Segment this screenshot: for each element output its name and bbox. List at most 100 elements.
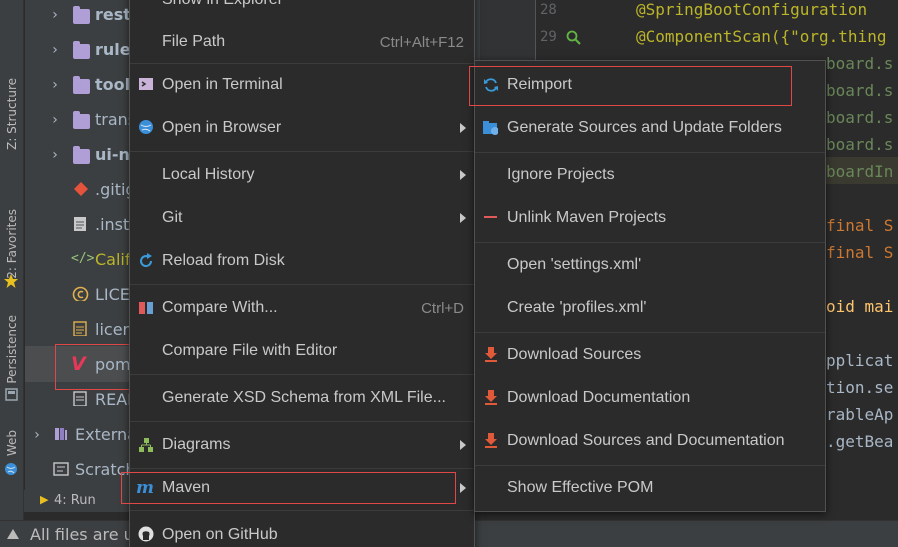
menu-item-label: Generate XSD Schema from XML File... [162,389,446,406]
markdown-file-icon [73,391,87,406]
text-file-icon [73,321,87,336]
tree-item-label: LICE [95,285,130,304]
menu-item-ignore-projects[interactable]: Ignore Projects [475,157,825,193]
menu-separator [130,510,474,511]
menu-item-label: Unlink Maven Projects [507,209,667,226]
folder-icon [73,146,90,164]
web-tab[interactable]: Web [0,426,24,460]
menu-item-open-in-browser[interactable]: Open in Browser [130,110,474,146]
menu-item-compare-with[interactable]: Compare With... Ctrl+D [130,290,474,326]
menu-separator [130,468,474,469]
submenu-arrow-icon [460,123,466,133]
scratch-icon [53,462,69,476]
code-fragment: oid mai [826,297,894,316]
structure-tab[interactable]: Z: Structure [0,74,24,154]
chevron-right-icon[interactable]: › [47,7,63,23]
menu-separator [475,242,825,243]
menu-item-label: Download Sources and Documentation [507,432,785,449]
spring-bean-icon[interactable] [566,30,582,46]
code-fragment: board.s [826,81,894,100]
menu-separator [130,284,474,285]
code-fragment: final S [826,216,894,235]
menu-item-download-documentation[interactable]: Download Documentation [475,380,825,416]
download-icon [485,347,497,362]
code-fragment: final S [826,243,894,262]
tree-item-label: Externa [75,425,137,444]
menu-separator [130,151,474,152]
code-fragment: board.s [826,54,894,73]
chevron-right-icon[interactable]: › [29,427,45,443]
persistence-tab-label: Persistence [5,314,19,384]
menu-item-local-history[interactable]: Local History [130,157,474,193]
maven-highlight-box [121,472,456,504]
menu-item-label: Diagrams [162,436,231,453]
menu-separator [130,421,474,422]
menu-item-open-on-github[interactable]: Open on GitHub [130,517,474,547]
git-file-icon [74,182,88,196]
menu-separator [475,152,825,153]
menu-item-download-sources[interactable]: Download Sources [475,337,825,373]
reload-icon [140,253,153,268]
submenu-arrow-icon [460,483,466,493]
menu-item-label: Local History [162,166,255,183]
menu-separator [475,332,825,333]
library-icon [55,428,67,440]
menu-item-label: Show Effective POM [507,479,654,496]
menu-item-label: Compare With... [162,299,278,316]
chevron-right-icon[interactable]: › [47,77,63,93]
menu-item-download-sources-and-documentation[interactable]: Download Sources and Documentation [475,423,825,459]
folder-icon [73,41,90,59]
submenu-arrow-icon [460,213,466,223]
menu-item-label: Compare File with Editor [162,342,338,359]
text-file-icon [74,217,86,231]
menu-item-reload-from-disk[interactable]: Reload from Disk [130,243,474,279]
menu-item-file-path[interactable]: File Path Ctrl+Alt+F12 [130,24,474,60]
menu-item-generate-xsd[interactable]: Generate XSD Schema from XML File... [130,380,474,416]
chevron-right-icon[interactable]: › [47,147,63,163]
terminal-icon [139,78,153,90]
menu-item-label: Open in Terminal [162,76,283,93]
menu-item-label: File Path [162,33,226,50]
code-line-29[interactable]: @ComponentScan({"org.thing [636,27,886,46]
ide-window: Z: Structure 2: Favorites Persistence We… [0,0,898,547]
menu-separator [130,63,474,64]
structure-tab-label: Z: Structure [5,78,19,150]
download-icon [485,433,497,448]
menu-item-show-in-explorer[interactable]: Show in Explorer [162,0,283,9]
code-fragment: board.s [826,135,894,154]
menu-item-label: Generate Sources and Update Folders [507,119,782,136]
persistence-tab[interactable]: Persistence [0,312,24,386]
diagram-icon [139,438,153,452]
generate-sources-icon [483,121,498,135]
minus-icon [484,216,497,218]
chevron-right-icon[interactable]: › [47,42,63,58]
copyright-icon [72,286,89,301]
code-line-28[interactable]: @SpringBootConfiguration [636,0,867,19]
menu-item-show-effective-pom[interactable]: Show Effective POM [475,470,825,506]
folder-icon [73,111,90,129]
run-icon: ▶ [40,493,49,506]
chevron-right-icon[interactable]: › [47,112,63,128]
github-icon [138,526,154,542]
status-indicator-icon [7,529,19,539]
submenu-arrow-icon [460,440,466,450]
menu-item-diagrams[interactable]: Diagrams [130,427,474,463]
menu-item-open-settings-xml[interactable]: Open 'settings.xml' [475,247,825,283]
menu-item-create-profiles-xml[interactable]: Create 'profiles.xml' [475,290,825,326]
menu-item-generate-sources[interactable]: Generate Sources and Update Folders [475,110,825,146]
folder-icon [73,76,90,94]
menu-item-git[interactable]: Git [130,200,474,236]
menu-item-open-in-terminal[interactable]: Open in Terminal [130,67,474,103]
run-tab[interactable]: 4: Run [54,493,96,508]
menu-separator [130,374,474,375]
menu-item-label: Git [162,209,183,226]
menu-item-label: Open in Browser [162,119,282,136]
submenu-arrow-icon [460,170,466,180]
menu-item-label: Download Documentation [507,389,691,406]
menu-item-compare-file-with-editor[interactable]: Compare File with Editor [130,333,474,369]
star-icon [4,274,18,288]
status-text: All files are u [30,525,134,544]
left-tool-strip: Z: Structure 2: Favorites Persistence We… [0,0,24,520]
menu-item-label: Reload from Disk [162,252,285,269]
menu-item-unlink-maven-projects[interactable]: Unlink Maven Projects [475,200,825,236]
